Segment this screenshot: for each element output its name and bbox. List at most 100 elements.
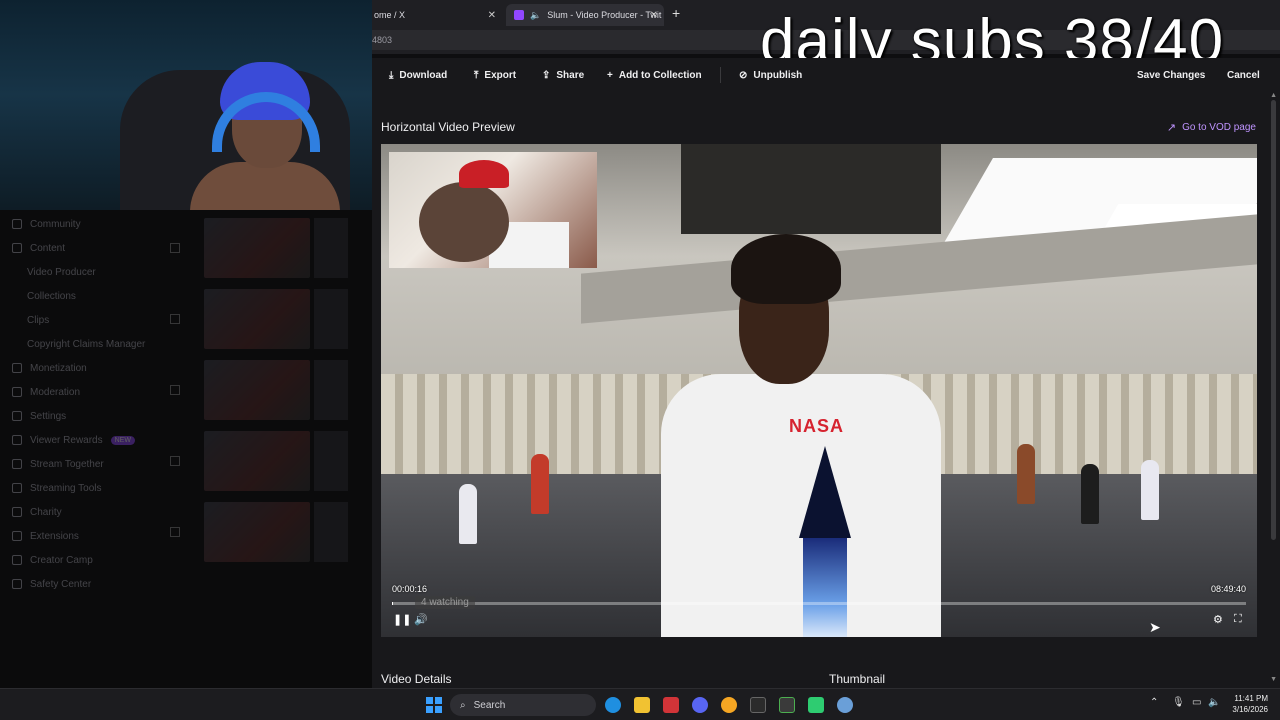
main-content: Horizontal Video Preview ↗ Go to VOD pag… (372, 92, 1280, 688)
nav-icon (12, 483, 22, 493)
sidebar-item-label: Copyright Claims Manager (27, 338, 146, 350)
sidebar-item[interactable]: Settings (0, 404, 150, 428)
file-explorer-icon[interactable] (634, 697, 650, 713)
row-checkbox[interactable] (170, 313, 180, 324)
sidebar-item[interactable]: Clips (0, 308, 150, 332)
sidebar-item-label: Collections (27, 290, 76, 302)
notion-icon[interactable] (750, 697, 766, 713)
browser-tab[interactable]: ome / X ✕ (372, 4, 502, 26)
fullscreen-icon[interactable]: ⛶ (1234, 613, 1242, 626)
preview-title: Horizontal Video Preview (381, 120, 515, 134)
speaker-icon[interactable]: 🔈 (530, 10, 541, 21)
export-button[interactable]: ⤒ Export (474, 65, 516, 85)
close-tab-icon[interactable]: ✕ (650, 10, 658, 21)
twitch-icon (514, 10, 524, 20)
sidebar-item[interactable]: Safety Center (0, 572, 150, 596)
seek-bar[interactable] (392, 602, 1246, 605)
sidebar-item[interactable]: Monetization (0, 356, 150, 380)
chevron-up-icon[interactable]: ⌃ (1150, 697, 1158, 708)
app-green-icon[interactable] (808, 697, 824, 713)
video-thumbnail[interactable] (204, 501, 310, 562)
video-list-row[interactable] (170, 354, 348, 425)
gear-icon[interactable]: ⚙ (1213, 613, 1223, 626)
scroll-up-icon[interactable]: ▲ (1270, 92, 1277, 99)
speaker-icon[interactable]: 🔈 (1208, 697, 1220, 708)
video-thumbnail[interactable] (204, 288, 310, 349)
video-player[interactable]: NASA 00:00:16 08:49:40 4 watching ❚❚ 🔊 ⚙… (381, 144, 1257, 637)
mouse-cursor-icon: ➤ (1149, 619, 1161, 635)
volume-icon[interactable]: 🔊 (414, 613, 428, 626)
new-tab-icon[interactable]: + (672, 5, 680, 21)
video-details-heading: Video Details (381, 672, 452, 686)
steam-icon[interactable] (837, 697, 853, 713)
game-character: NASA (661, 234, 951, 637)
sidebar-item[interactable]: Collections (0, 284, 150, 308)
video-list-row[interactable] (170, 425, 348, 496)
video-list-row[interactable] (170, 283, 348, 354)
sidebar-item[interactable]: Extensions (0, 524, 150, 548)
video-thumbnail[interactable] (204, 359, 310, 420)
sidebar-item-label: Viewer Rewards (30, 434, 103, 446)
share-button[interactable]: ⇪ Share (542, 65, 584, 85)
plus-icon: + (607, 69, 613, 81)
sidebar-item-label: Safety Center (30, 578, 92, 590)
sidebar-item[interactable]: Streaming Tools (0, 476, 150, 500)
row-checkbox[interactable] (170, 526, 180, 537)
scroll-down-icon[interactable]: ▼ (1270, 676, 1277, 683)
video-list-row[interactable] (170, 212, 348, 283)
spreadsheet-icon[interactable] (779, 697, 795, 713)
nav-icon (12, 507, 22, 517)
sidebar-item[interactable]: Copyright Claims Manager (0, 332, 150, 356)
video-thumbnail[interactable] (204, 430, 310, 491)
sidebar-item[interactable]: Viewer Rewards NEW (0, 428, 150, 452)
browser-tab-active[interactable]: 🔈 Slum - Video Producer - Twit ✕ (506, 4, 664, 26)
nav-icon (12, 531, 22, 541)
sidebar-item[interactable]: Charity (0, 500, 150, 524)
upload-icon: ⤒ (474, 69, 479, 81)
row-checkbox[interactable] (170, 455, 180, 466)
sidebar-item[interactable]: Video Producer (0, 260, 150, 284)
add-to-collection-button[interactable]: + Add to Collection (607, 65, 702, 85)
download-button[interactable]: ⤓ Download (389, 65, 447, 85)
edge-icon[interactable] (605, 697, 621, 713)
go-to-vod-link[interactable]: ↗ Go to VOD page (1167, 121, 1256, 134)
close-tab-icon[interactable]: ✕ (488, 10, 496, 21)
download-icon: ⤓ (389, 69, 394, 81)
left-panel: Community Content Video Producer Collection… (0, 0, 372, 688)
scrollbar[interactable] (1271, 100, 1276, 540)
microphone-icon[interactable]: 🎙 (1172, 697, 1185, 708)
share-icon: ⇪ (542, 69, 551, 81)
pause-icon[interactable]: ❚❚ (393, 613, 411, 626)
thumbnail-heading: Thumbnail (829, 672, 886, 686)
windows-start-icon[interactable] (426, 697, 442, 713)
cancel-button[interactable]: Cancel (1227, 65, 1260, 85)
current-time: 00:00:16 (392, 584, 428, 594)
taskbar-search[interactable]: ⌕ Search (450, 694, 596, 716)
monitor-icon[interactable]: ▭ (1192, 697, 1201, 708)
video-list-row[interactable] (170, 496, 348, 567)
sidebar-item[interactable]: Stream Together (0, 452, 150, 476)
nav-icon (12, 219, 22, 229)
sidebar-item[interactable]: Creator Camp (0, 548, 150, 572)
discord-icon[interactable] (692, 697, 708, 713)
picture-in-picture-cam (389, 152, 597, 268)
app-red-icon[interactable] (663, 697, 679, 713)
row-checkbox[interactable] (170, 384, 180, 395)
save-changes-button[interactable]: Save Changes (1137, 65, 1205, 85)
row-checkbox[interactable] (170, 242, 180, 253)
nav-icon (12, 579, 22, 589)
sidebar-item[interactable]: Community (0, 212, 150, 236)
nav-icon (12, 411, 22, 421)
tab-label: ome / X (374, 10, 406, 20)
sidebar-item[interactable]: Moderation (0, 380, 150, 404)
sidebar-item[interactable]: Content (0, 236, 150, 260)
nav-icon (12, 459, 22, 469)
system-clock[interactable]: 11:41 PM 3/16/2026 (1232, 693, 1268, 715)
external-arrow-icon: ↗ (1166, 122, 1177, 134)
chrome-icon[interactable] (721, 697, 737, 713)
nav-icon (12, 387, 22, 397)
sidebar-item-label: Community (30, 218, 81, 230)
video-thumbnail[interactable] (204, 217, 310, 278)
unpublish-button[interactable]: ⊘ Unpublish (739, 65, 802, 85)
sidebar-item-label: Monetization (30, 362, 87, 374)
